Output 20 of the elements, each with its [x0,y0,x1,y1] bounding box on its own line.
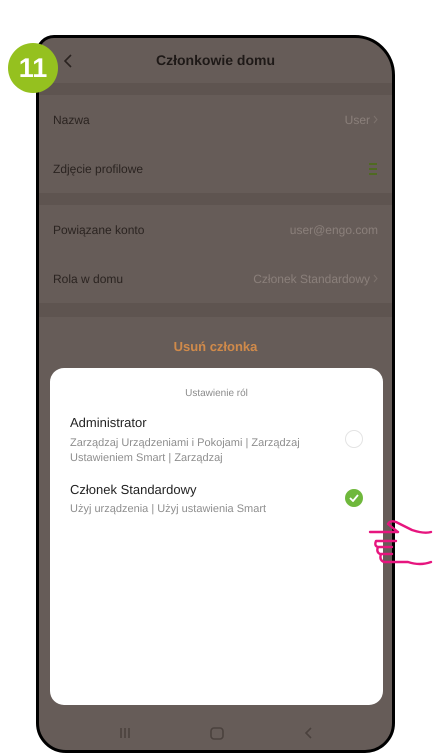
page-title: Członkowie domu [156,51,275,70]
avatar-icon[interactable] [368,162,378,176]
checkmark-icon [349,494,359,502]
radio-checked[interactable] [345,489,363,508]
radio-unchecked[interactable] [345,430,363,448]
role-name: Członek Standardowy [70,480,198,499]
recent-apps-icon[interactable] [118,727,131,739]
back-icon[interactable] [63,54,72,68]
role-name: Administrator [70,414,148,432]
role-description: Użyj urządzenia | Użyj ustawienia Smart [70,502,268,517]
row-label: Rola w domu [53,270,124,288]
step-badge: 11 [8,43,58,93]
row-label: Nazwa [53,112,90,128]
role-description: Zarządzaj Urządzeniami i Pokojami | Zarządzaj Ustawieniem Smart | Zarządzaj [70,436,301,466]
row-label: Zdjęcie profilowe [53,160,144,178]
row-label: Powiązane konto [53,222,144,238]
remove-member-button[interactable]: Usuń członka [174,337,258,356]
back-icon[interactable] [304,727,312,739]
dialog-title: Ustawienie ról [184,387,249,401]
home-icon[interactable] [210,726,224,740]
